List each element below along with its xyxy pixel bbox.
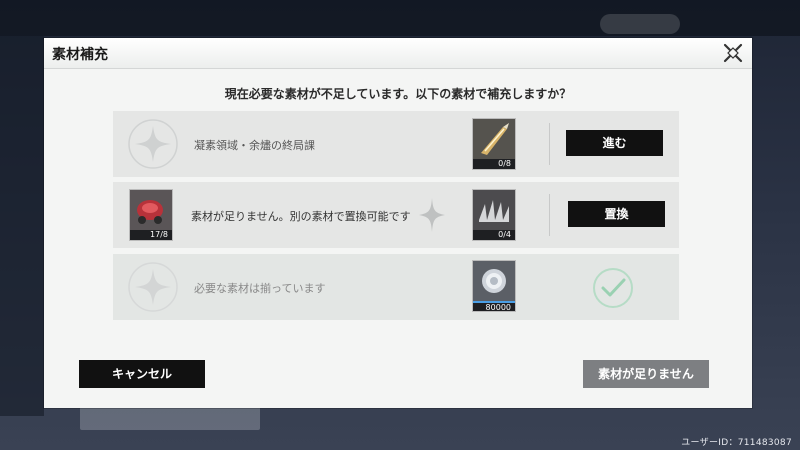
feather-blade-icon [473, 119, 515, 159]
sparkle-icon [128, 262, 178, 312]
convert-sparkle-icon [419, 198, 445, 232]
row-divider [549, 194, 550, 236]
background-currency-pill [600, 14, 680, 34]
spiked-claw-icon [473, 190, 515, 230]
red-mech-icon [130, 190, 172, 230]
material-row-stage: 凝素領域・余燼の終局課 0/8 進む [113, 111, 679, 177]
sparkle-icon [128, 119, 178, 169]
proceed-button[interactable]: 進む [566, 130, 663, 156]
coin-icon [473, 261, 515, 301]
material-supplement-dialog: 素材補充 現在必要な素材が不足しています。以下の素材で補充しますか？ 凝素領域・… [44, 38, 752, 408]
background-top-bar [0, 0, 800, 36]
close-button[interactable] [720, 40, 746, 66]
check-icon [593, 268, 633, 308]
row-text: 凝素領域・余燼の終局課 [194, 139, 315, 152]
background-side-menu [0, 36, 44, 416]
dialog-title: 素材補充 [52, 47, 108, 63]
row-divider [549, 123, 550, 165]
row-text: 素材が足りません。別の素材で置換可能です [191, 210, 411, 223]
insufficient-materials-button[interactable]: 素材が足りません [583, 360, 709, 388]
source-count: 17/8 [130, 230, 172, 240]
close-icon [723, 43, 743, 63]
material-row-substitute: 17/8 素材が足りません。別の素材で置換可能です 0/4 置換 [113, 182, 679, 248]
user-id: ユーザーID：711483087 [681, 438, 792, 448]
row-text: 必要な素材は揃っています [194, 282, 326, 295]
dialog-question: 現在必要な素材が不足しています。以下の素材で補充しますか？ [224, 87, 572, 101]
material-item[interactable]: 0/4 [472, 189, 516, 241]
item-count: 0/8 [473, 159, 515, 169]
item-count: 80000 [473, 301, 515, 312]
dialog-header: 素材補充 [44, 38, 752, 69]
material-row-ready: 必要な素材は揃っています 80000 [113, 254, 679, 320]
source-material-item[interactable]: 17/8 [129, 189, 173, 241]
cancel-button[interactable]: キャンセル [79, 360, 205, 388]
material-item[interactable]: 80000 [472, 260, 516, 312]
material-item[interactable]: 0/8 [472, 118, 516, 170]
substitute-button[interactable]: 置換 [568, 201, 665, 227]
item-count: 0/4 [473, 230, 515, 240]
